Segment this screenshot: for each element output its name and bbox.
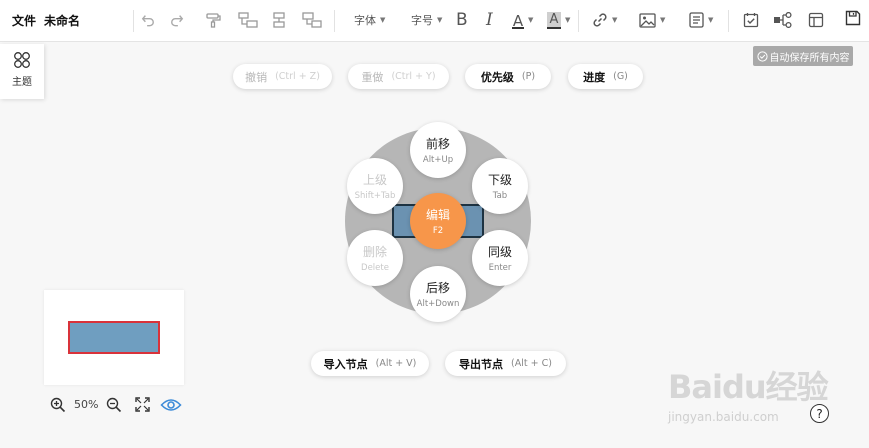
- export-node-label: 导出节点: [459, 357, 504, 371]
- eye-icon[interactable]: [160, 397, 182, 413]
- undo-pill-button[interactable]: 撤销 (Ctrl + Z): [233, 64, 332, 89]
- move-backward-shortcut: Alt+Down: [416, 299, 460, 309]
- move-backward-button[interactable]: 后移 Alt+Down: [410, 266, 466, 322]
- add-sibling-shortcut: Enter: [488, 263, 512, 273]
- chevron-down-icon: ▼: [612, 16, 618, 24]
- task-calendar-icon[interactable]: [743, 11, 759, 29]
- zoom-out-icon[interactable]: [106, 397, 122, 413]
- undo-icon[interactable]: [141, 11, 155, 29]
- background-color-button[interactable]: A ▼: [547, 11, 570, 29]
- zoom-level: 50%: [74, 398, 99, 411]
- minimap[interactable]: [44, 290, 184, 385]
- watermark-url: jingyan.baidu.com: [668, 410, 779, 424]
- redo-icon[interactable]: [170, 11, 184, 29]
- progress-shortcut: (G): [613, 71, 628, 82]
- theme-button[interactable]: 主题: [0, 44, 44, 99]
- save-icon[interactable]: [845, 9, 861, 27]
- undo-pill-label: 撤销: [245, 70, 268, 84]
- import-node-button[interactable]: 导入节点 (Alt + V): [311, 351, 429, 376]
- import-node-shortcut: (Alt + V): [375, 358, 417, 369]
- font-family-select[interactable]: 字体 ▼: [354, 11, 385, 29]
- add-child-button[interactable]: 下级 Tab: [472, 158, 528, 214]
- layout-icon[interactable]: [808, 11, 824, 29]
- theme-label: 主题: [12, 77, 32, 88]
- toolbar-divider: [334, 10, 335, 32]
- move-forward-label: 前移: [425, 137, 450, 151]
- font-size-select[interactable]: 字号 ▼: [411, 11, 442, 29]
- font-color-button[interactable]: A ▼: [512, 11, 534, 30]
- edit-node-shortcut: F2: [432, 226, 444, 236]
- add-child-shortcut: Tab: [492, 191, 508, 201]
- background-color-icon: A: [547, 11, 561, 29]
- undo-shortcut: (Ctrl + Z): [275, 71, 320, 82]
- priority-pill-button[interactable]: 优先级 (P): [465, 64, 551, 89]
- italic-button[interactable]: I: [486, 11, 493, 29]
- chevron-down-icon: ▼: [437, 16, 443, 24]
- top-toolbar: 文件 未命名 字体 ▼ 字号 ▼ B I A ▼ A ▼ ▼ ▼ ▼: [0, 0, 869, 42]
- bold-button[interactable]: B: [456, 11, 468, 29]
- font-family-label: 字体: [354, 14, 376, 27]
- add-sibling-label: 同级: [487, 245, 512, 259]
- redo-shortcut: (Ctrl + Y): [391, 71, 436, 82]
- chevron-down-icon: ▼: [380, 16, 386, 24]
- link-button[interactable]: ▼: [592, 11, 617, 29]
- export-node-button[interactable]: 导出节点 (Alt + C): [445, 351, 566, 376]
- progress-pill-label: 进度: [583, 70, 606, 84]
- priority-shortcut: (P): [521, 71, 536, 82]
- import-node-label: 导入节点: [323, 357, 368, 371]
- add-parent-label: 上级: [362, 173, 387, 187]
- insert-child-icon[interactable]: [238, 11, 258, 29]
- structure-icon[interactable]: [773, 11, 793, 29]
- note-icon: [689, 12, 704, 28]
- watermark-logo: Baidu经验: [668, 368, 829, 406]
- fit-screen-icon[interactable]: [135, 397, 150, 412]
- autosave-badge: 自动保存所有内容: [753, 46, 853, 66]
- autosave-label: 自动保存所有内容: [769, 52, 850, 64]
- font-color-icon: A: [512, 11, 524, 30]
- check-circle-icon: [756, 50, 768, 62]
- help-icon[interactable]: ?: [810, 404, 829, 423]
- font-size-label: 字号: [411, 14, 433, 27]
- progress-pill-button[interactable]: 进度 (G): [568, 64, 643, 89]
- toolbar-divider: [133, 10, 134, 32]
- export-node-shortcut: (Alt + C): [511, 358, 552, 369]
- zoom-in-icon[interactable]: [50, 397, 66, 413]
- toolbar-divider: [728, 10, 729, 32]
- redo-pill-label: 重做: [361, 70, 384, 84]
- move-backward-label: 后移: [425, 281, 450, 295]
- format-painter-icon[interactable]: [205, 11, 221, 29]
- note-button[interactable]: ▼: [689, 11, 713, 29]
- move-forward-shortcut: Alt+Up: [422, 155, 454, 165]
- file-menu[interactable]: 文件: [12, 12, 36, 29]
- add-parent-shortcut: Shift+Tab: [354, 191, 396, 201]
- redo-pill-button[interactable]: 重做 (Ctrl + Y): [348, 64, 449, 89]
- chevron-down-icon: ▼: [565, 16, 571, 24]
- image-icon: [639, 12, 656, 28]
- minimap-viewport[interactable]: [68, 321, 160, 354]
- chevron-down-icon: ▼: [660, 16, 666, 24]
- insert-sibling-icon[interactable]: [271, 11, 287, 29]
- add-sibling-button[interactable]: 同级 Enter: [472, 230, 528, 286]
- link-icon: [593, 13, 607, 27]
- delete-node-button[interactable]: 删除 Delete: [347, 230, 403, 286]
- chevron-down-icon: ▼: [528, 16, 534, 24]
- toolbar-divider: [578, 10, 579, 32]
- add-parent-button[interactable]: 上级 Shift+Tab: [347, 158, 403, 214]
- document-title[interactable]: 未命名: [44, 12, 80, 29]
- delete-node-label: 删除: [362, 245, 387, 259]
- edit-node-button[interactable]: 编辑 F2: [410, 193, 466, 249]
- image-button[interactable]: ▼: [639, 11, 665, 29]
- insert-parent-icon[interactable]: [302, 11, 322, 29]
- edit-node-label: 编辑: [425, 208, 450, 222]
- chevron-down-icon: ▼: [708, 16, 714, 24]
- theme-icon: [14, 52, 30, 68]
- delete-node-shortcut: Delete: [361, 263, 389, 273]
- move-forward-button[interactable]: 前移 Alt+Up: [410, 122, 466, 178]
- priority-pill-label: 优先级: [480, 70, 514, 84]
- add-child-label: 下级: [487, 173, 512, 187]
